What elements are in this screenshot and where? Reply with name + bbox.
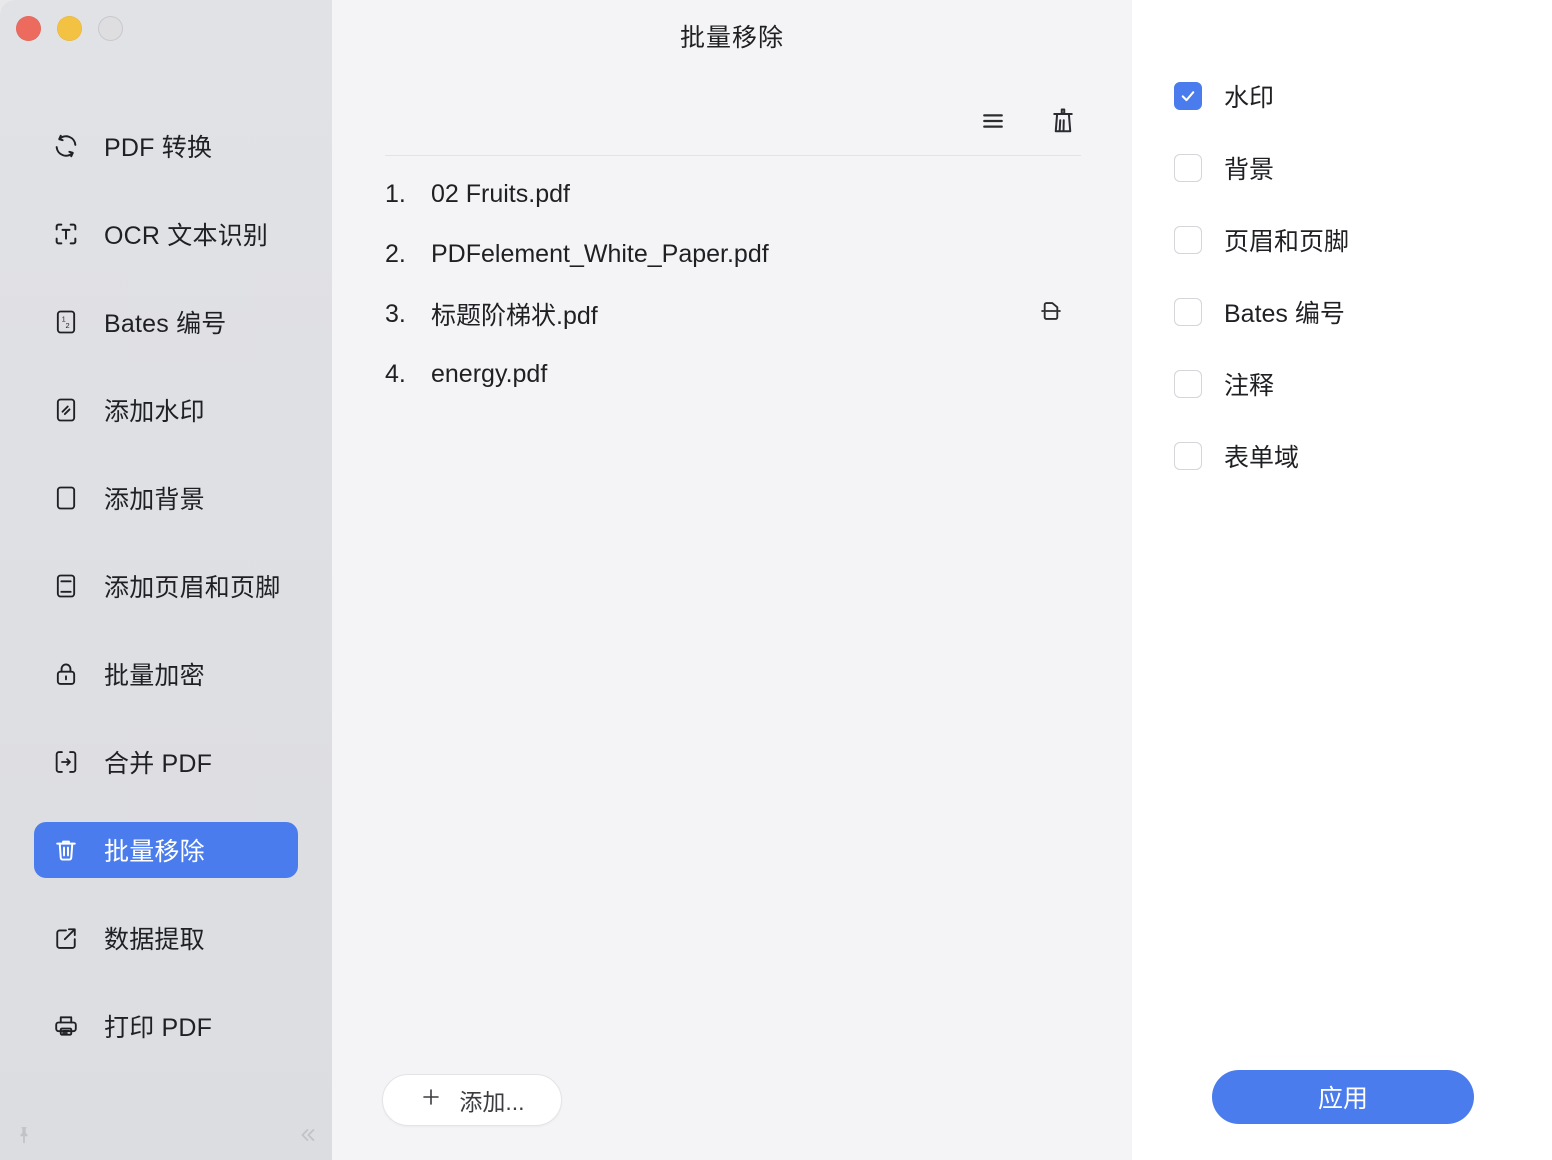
sidebar-item-label: PDF 转换: [104, 134, 213, 162]
file-action-slot: [1021, 297, 1081, 332]
refresh-convert-icon: [50, 130, 82, 162]
sidebar-nav: PDF 转换 OCR 文本识别 1 2 Bates 编号 添加水印 添加背景 添…: [0, 118, 332, 1086]
option-row-watermark[interactable]: 水印: [1174, 78, 1522, 114]
close-button[interactable]: [16, 16, 41, 41]
pin-icon[interactable]: [14, 1125, 34, 1145]
option-label: 水印: [1224, 84, 1275, 112]
file-index: 4.: [385, 359, 406, 388]
file-list-toolbar: [976, 104, 1080, 138]
sidebar-item-add-watermark[interactable]: 添加水印: [34, 382, 298, 438]
sidebar-item-data-extract[interactable]: 数据提取: [34, 910, 298, 966]
sidebar-item-bates[interactable]: 1 2 Bates 编号: [34, 294, 298, 350]
option-label: 注释: [1224, 372, 1275, 400]
add-files-button[interactable]: 添加...: [382, 1074, 562, 1126]
checkbox-watermark[interactable]: [1174, 82, 1202, 110]
sidebar-item-label: 打印 PDF: [104, 1014, 213, 1042]
list-divider: [385, 155, 1081, 156]
sidebar: PDF 转换 OCR 文本识别 1 2 Bates 编号 添加水印 添加背景 添…: [0, 0, 332, 1160]
sidebar-item-label: Bates 编号: [104, 310, 227, 338]
sidebar-item-pdf-convert[interactable]: PDF 转换: [34, 118, 298, 174]
remove-options-list: 水印 背景 页眉和页脚 Bates 编号 注释 表单域: [1174, 78, 1522, 510]
main-content: 批量移除 1. 02 Fruits.pdf 2. PDFelement_Whit…: [332, 0, 1132, 1160]
list-lines-icon[interactable]: [976, 104, 1010, 138]
chevron-double-left-icon[interactable]: [296, 1124, 318, 1146]
bates-number-icon: 1 2: [50, 306, 82, 338]
file-list-item[interactable]: 3. 标题阶梯状.pdf: [385, 284, 1081, 344]
broom-clear-icon[interactable]: [1046, 104, 1080, 138]
option-label: Bates 编号: [1224, 300, 1345, 328]
apply-label: 应用: [1317, 1085, 1368, 1113]
file-name: energy.pdf: [431, 359, 548, 388]
sidebar-item-label: 批量移除: [104, 838, 205, 866]
sidebar-item-batch-remove[interactable]: 批量移除: [34, 822, 298, 878]
watermark-icon: [50, 394, 82, 426]
option-row-form-fields[interactable]: 表单域: [1174, 438, 1522, 474]
option-row-annotations[interactable]: 注释: [1174, 366, 1522, 402]
sidebar-item-label: 合并 PDF: [104, 750, 213, 778]
printer-icon: [50, 1010, 82, 1042]
file-list-item[interactable]: 4. energy.pdf: [385, 344, 1081, 404]
file-name: PDFelement_White_Paper.pdf: [431, 239, 769, 268]
window-controls: [16, 16, 123, 41]
sidebar-item-label: OCR 文本识别: [104, 222, 269, 250]
sidebar-footer: [0, 1116, 332, 1160]
page-title: 批量移除: [679, 24, 784, 52]
lock-icon: [50, 658, 82, 690]
merge-pdf-icon: [50, 746, 82, 778]
background-icon: [50, 482, 82, 514]
apply-button[interactable]: 应用: [1212, 1070, 1474, 1124]
checkbox-header-footer[interactable]: [1174, 226, 1202, 254]
sidebar-item-batch-encrypt[interactable]: 批量加密: [34, 646, 298, 702]
sidebar-item-label: 批量加密: [104, 662, 205, 690]
trash-icon: [50, 834, 82, 866]
option-label: 页眉和页脚: [1224, 228, 1350, 256]
sidebar-item-print-pdf[interactable]: 打印 PDF: [34, 998, 298, 1054]
file-index: 2.: [385, 239, 406, 268]
minimize-button[interactable]: [57, 16, 82, 41]
option-row-background[interactable]: 背景: [1174, 150, 1522, 186]
sidebar-item-add-background[interactable]: 添加背景: [34, 470, 298, 526]
checkbox-background[interactable]: [1174, 154, 1202, 182]
option-row-header-footer[interactable]: 页眉和页脚: [1174, 222, 1522, 258]
file-list-item[interactable]: 2. PDFelement_White_Paper.pdf: [385, 224, 1081, 284]
sidebar-item-label: 数据提取: [104, 926, 205, 954]
file-list-item[interactable]: 1. 02 Fruits.pdf: [385, 164, 1081, 224]
ocr-text-icon: [50, 218, 82, 250]
sidebar-item-header-footer[interactable]: 添加页眉和页脚: [34, 558, 298, 614]
option-label: 表单域: [1224, 444, 1300, 472]
file-name: 02 Fruits.pdf: [431, 179, 570, 208]
sidebar-item-label: 添加页眉和页脚: [104, 574, 281, 602]
checkbox-form-fields[interactable]: [1174, 442, 1202, 470]
sidebar-item-merge-pdf[interactable]: 合并 PDF: [34, 734, 298, 790]
sidebar-item-ocr[interactable]: OCR 文本识别: [34, 206, 298, 262]
split-page-icon[interactable]: [1037, 297, 1065, 332]
options-panel: 水印 背景 页眉和页脚 Bates 编号 注释 表单域 应用: [1132, 0, 1552, 1160]
plus-icon: [419, 1085, 443, 1115]
sidebar-item-label: 添加背景: [104, 486, 205, 514]
header-footer-icon: [50, 570, 82, 602]
file-name: 标题阶梯状.pdf: [431, 302, 598, 330]
svg-text:2: 2: [66, 321, 70, 330]
sidebar-item-label: 添加水印: [104, 398, 205, 426]
file-index: 1.: [385, 179, 406, 208]
option-label: 背景: [1224, 156, 1275, 184]
file-list: 1. 02 Fruits.pdf 2. PDFelement_White_Pap…: [385, 164, 1081, 404]
file-index: 3.: [385, 299, 406, 328]
app-window: PDF 转换 OCR 文本识别 1 2 Bates 编号 添加水印 添加背景 添…: [0, 0, 1552, 1160]
option-row-bates[interactable]: Bates 编号: [1174, 294, 1522, 330]
checkbox-bates[interactable]: [1174, 298, 1202, 326]
checkbox-annotations[interactable]: [1174, 370, 1202, 398]
add-files-label: 添加...: [459, 1089, 525, 1115]
data-extract-icon: [50, 922, 82, 954]
zoom-button[interactable]: [98, 16, 123, 41]
